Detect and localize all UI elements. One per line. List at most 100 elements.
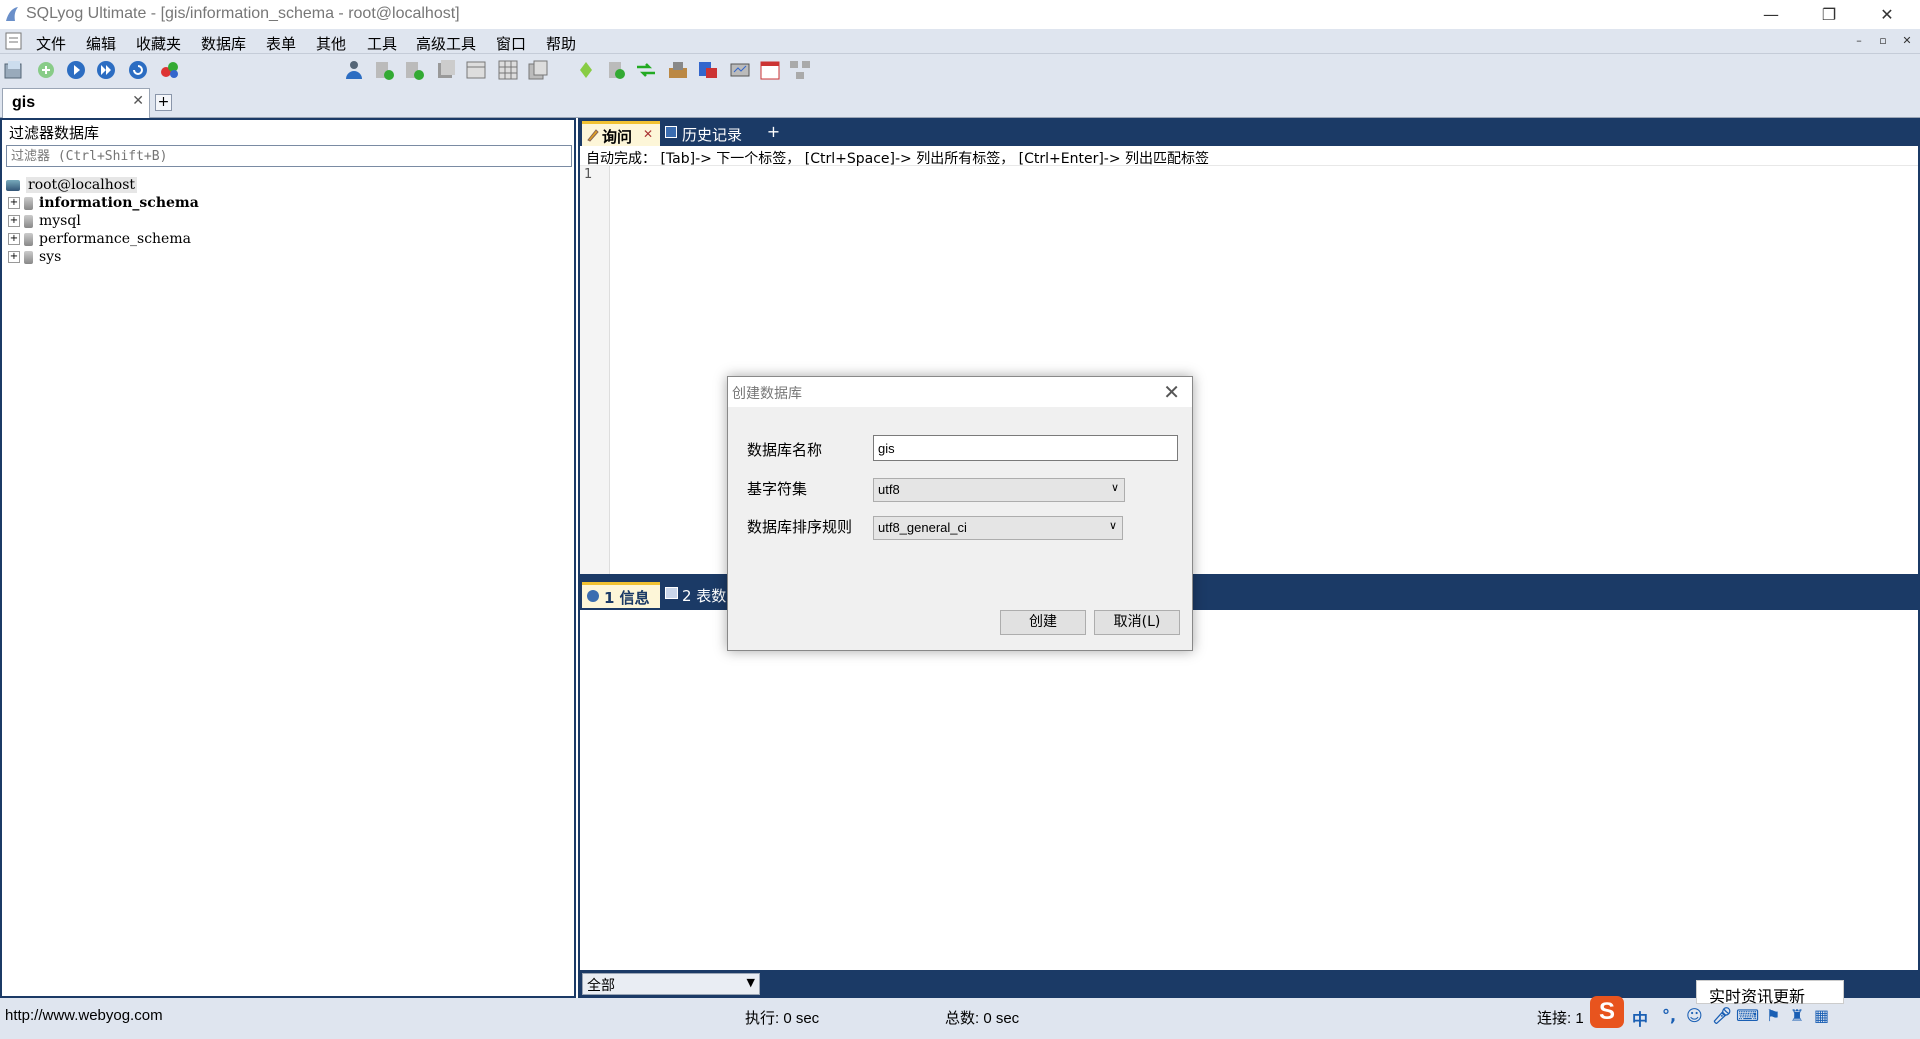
execute-query-icon[interactable] (64, 58, 88, 82)
close-icon[interactable]: ✕ (1163, 380, 1180, 404)
schema-sync-icon[interactable] (604, 58, 628, 82)
connection-tab-gis[interactable]: gis ✕ (2, 88, 150, 118)
tree-item-label: sys (39, 249, 62, 265)
status-exec-time: 执行: 0 sec (745, 1010, 820, 1027)
menu-window[interactable]: 窗口 (496, 33, 526, 54)
tab-query[interactable]: 询问 ✕ (582, 121, 660, 146)
line-number: 1 (584, 167, 593, 182)
tab-history-label: 历史记录 (682, 126, 743, 144)
copy-table-icon[interactable] (526, 58, 550, 82)
schema-designer-icon[interactable] (158, 58, 182, 82)
news-popup-label: 实时资讯更新 (1709, 987, 1806, 1006)
tree-item-database[interactable]: + information_schema (8, 195, 199, 213)
ime-toolbar: 中 °, ☺ 🎤︎ ⌨ ⚑ ♜ ▦ (1590, 1006, 1850, 1036)
minimize-button[interactable]: — (1748, 0, 1794, 29)
tab-info[interactable]: 1 信息 (582, 582, 660, 608)
shirt-icon[interactable]: ♜ (1790, 1006, 1804, 1025)
menu-file[interactable]: 文件 (36, 33, 66, 54)
data-sync-icon[interactable] (634, 58, 658, 82)
dialog-title-bar: 创建数据库 ✕ (728, 377, 1192, 407)
microphone-icon[interactable]: 🎤︎ (1712, 1006, 1732, 1025)
charset-select-value: utf8 (878, 482, 900, 497)
tree-root-connection[interactable]: root@localhost (6, 177, 138, 195)
emoji-icon[interactable]: ☺ (1686, 1006, 1703, 1025)
expand-icon[interactable]: + (8, 233, 20, 245)
restore-icon[interactable] (402, 58, 426, 82)
refresh-icon[interactable] (126, 58, 150, 82)
database-icon (24, 196, 33, 210)
menu-others[interactable]: 其他 (316, 33, 346, 54)
title-bar: SQLyog Ultimate - [gis/information_schem… (0, 0, 1920, 29)
collation-select[interactable]: utf8_general_ci ∨ (873, 516, 1123, 540)
mdi-minimize-button[interactable]: – (1848, 32, 1870, 51)
close-icon[interactable]: ✕ (132, 93, 144, 109)
expand-icon[interactable]: + (8, 251, 20, 263)
expand-icon[interactable]: + (8, 215, 20, 227)
dialog-title: 创建数据库 (732, 386, 802, 402)
ime-mode-toggle[interactable]: 中 (1632, 1006, 1648, 1030)
tree-item-label: performance_schema (39, 231, 191, 247)
calendar-icon[interactable] (758, 58, 782, 82)
tab-history[interactable]: 历史记录 (662, 121, 762, 146)
add-query-tab-button[interactable]: + (766, 124, 781, 140)
skin-icon[interactable]: ⚑ (1766, 1006, 1780, 1025)
tree-item-label: mysql (39, 213, 81, 229)
import-icon[interactable] (666, 58, 690, 82)
create-database-dialog: 创建数据库 ✕ 数据库名称 基字符集 utf8 ∨ 数据库排序规则 utf8_g… (727, 376, 1193, 651)
cancel-button[interactable]: 取消(L) (1094, 610, 1180, 635)
new-connection-icon[interactable] (2, 58, 26, 82)
restore-button[interactable]: ❐ (1806, 0, 1852, 29)
new-query-icon[interactable] (34, 58, 58, 82)
news-popup[interactable]: 实时资讯更新 (1696, 980, 1844, 1006)
tree-item-database[interactable]: + performance_schema (8, 231, 191, 249)
menu-database[interactable]: 数据库 (201, 33, 246, 54)
filter-input[interactable] (6, 145, 572, 167)
result-scope-select[interactable]: 全部 ▼ (582, 973, 760, 995)
punctuation-toggle[interactable]: °, (1662, 1006, 1676, 1025)
db-name-label: 数据库名称 (747, 441, 823, 459)
execute-all-icon[interactable] (94, 58, 118, 82)
sync-icon[interactable] (574, 58, 598, 82)
expand-icon[interactable]: + (8, 197, 20, 209)
database-icon (24, 214, 33, 228)
db-name-input[interactable] (873, 435, 1178, 461)
backup-icon[interactable] (372, 58, 396, 82)
mdi-close-button[interactable]: ✕ (1896, 32, 1918, 51)
create-button[interactable]: 创建 (1000, 610, 1086, 635)
charset-select[interactable]: utf8 ∨ (873, 478, 1125, 502)
status-connections: 连接: 1 (1537, 1010, 1584, 1027)
grid-icon[interactable] (496, 58, 520, 82)
schema-diagram-icon[interactable] (788, 58, 812, 82)
menu-favorites[interactable]: 收藏夹 (136, 33, 181, 54)
mdi-restore-button[interactable]: ▫ (1872, 32, 1894, 51)
close-button[interactable]: ✕ (1864, 0, 1910, 29)
menu-advanced-tools[interactable]: 高级工具 (416, 33, 476, 54)
collation-select-value: utf8_general_ci (878, 520, 967, 535)
collation-label: 数据库排序规则 (747, 518, 853, 536)
menu-edit[interactable]: 编辑 (86, 33, 116, 54)
window-title: SQLyog Ultimate - [gis/information_schem… (26, 5, 460, 22)
status-total-time: 总数: 0 sec (945, 1010, 1020, 1027)
table-icon (665, 587, 678, 599)
monitor-icon[interactable] (728, 58, 752, 82)
status-url[interactable]: http://www.webyog.com (5, 1007, 163, 1024)
user-manager-icon[interactable] (342, 58, 366, 82)
query-icon (587, 129, 599, 142)
document-menu-icon[interactable] (4, 32, 24, 50)
history-icon (665, 126, 677, 138)
keyboard-icon[interactable]: ⌨ (1736, 1006, 1759, 1025)
toolbar: information_s ▼ (0, 54, 1920, 135)
object-browser: 过滤器数据库 root@localhost + information_schem… (0, 118, 576, 998)
add-connection-tab-button[interactable]: + (155, 94, 172, 111)
menu-table[interactable]: 表单 (266, 33, 296, 54)
table-data-icon[interactable] (464, 58, 488, 82)
close-icon[interactable]: ✕ (643, 127, 653, 141)
tree-item-database[interactable]: + mysql (8, 213, 81, 231)
export-icon[interactable] (434, 58, 458, 82)
menu-tools[interactable]: 工具 (367, 33, 397, 54)
tree-item-database[interactable]: + sys (8, 249, 61, 267)
grid-menu-icon[interactable]: ▦ (1814, 1006, 1829, 1025)
query-tab-bar: 询问 ✕ 历史记录 + (578, 118, 1920, 146)
job-agent-icon[interactable] (696, 58, 720, 82)
menu-help[interactable]: 帮助 (546, 33, 576, 54)
